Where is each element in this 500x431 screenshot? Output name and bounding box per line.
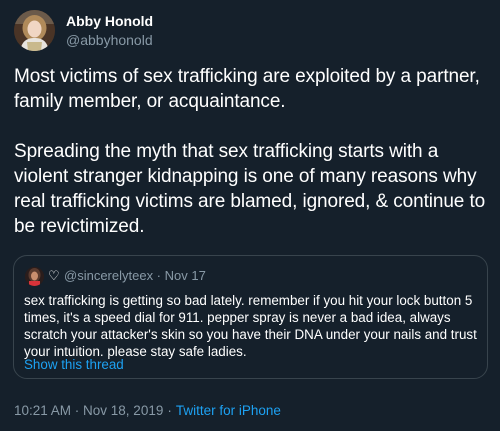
tweet-card: Abby Honold @abbyhonold Most victims of … [0, 0, 500, 431]
tweet-meta: 10:21 AM · Nov 18, 2019 · Twitter for iPho… [14, 403, 281, 418]
author-name[interactable]: Abby Honold [66, 13, 153, 29]
timestamp[interactable]: 10:21 AM · Nov 18, 2019 [14, 403, 163, 418]
show-thread-link[interactable]: Show this thread [24, 357, 124, 372]
quoted-author-avatar [25, 267, 44, 286]
quoted-author-handle: @sincerelyteex · Nov 17 [64, 268, 206, 283]
heart-icon: ♡ [48, 268, 60, 283]
tweet-text-paragraph-2: Spreading the myth that sex trafficking … [14, 141, 486, 237]
author-handle[interactable]: @abbyhonold [66, 32, 153, 48]
avatar-image-icon [14, 10, 55, 51]
quoted-avatar-image-icon [25, 267, 44, 286]
author-avatar[interactable] [14, 10, 55, 51]
quoted-tweet[interactable]: ♡ @sincerelyteex · Nov 17 sex traffickin… [13, 255, 488, 379]
quoted-tweet-text: sex trafficking is getting so bad lately… [24, 293, 477, 359]
tweet-text-paragraph-1: Most victims of sex trafficking are expl… [14, 66, 480, 112]
source-link[interactable]: Twitter for iPhone [176, 403, 281, 418]
meta-separator: · [167, 403, 172, 418]
